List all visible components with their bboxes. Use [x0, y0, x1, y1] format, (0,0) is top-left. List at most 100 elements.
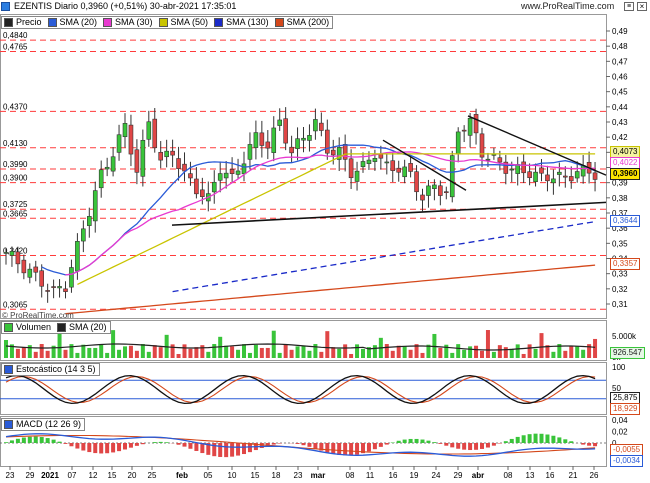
x-tick-label: mar: [311, 471, 326, 480]
candle-body: [527, 171, 532, 178]
volume-legend: Volumen SMA (20): [1, 321, 111, 334]
tag-close: 0,3960: [610, 168, 641, 180]
volume-bar: [277, 352, 282, 358]
tag-macd: -0,0034: [610, 455, 644, 467]
macd-histogram-bar: [33, 436, 38, 443]
candle-body: [319, 122, 324, 131]
volume-bar: [480, 350, 484, 358]
candle-body: [87, 216, 92, 226]
macd-histogram-bar: [545, 434, 550, 443]
macd-histogram-bar: [343, 443, 348, 456]
volume-bar: [396, 345, 401, 358]
candle-body: [39, 270, 45, 287]
watermark: © ProRealTime.com: [2, 311, 74, 320]
macd-histogram-bar: [557, 437, 562, 443]
volume-bar: [45, 350, 50, 358]
candle-body: [467, 118, 473, 136]
volume-bar: [134, 350, 139, 358]
price-tick-label: 0,35: [612, 239, 628, 248]
volume-bar: [521, 353, 526, 358]
candle-body: [188, 173, 193, 179]
candle-body: [116, 134, 122, 153]
macd-histogram-bar: [158, 441, 163, 443]
macd-histogram-bar: [69, 443, 74, 447]
candle-body: [98, 169, 104, 189]
macd-histogram-bar: [39, 437, 44, 443]
macd-histogram-bar: [587, 443, 592, 446]
candle-body: [545, 174, 550, 182]
chart-canvas[interactable]: 0,490,480,470,460,450,440,430,420,410,40…: [0, 0, 650, 483]
macd-histogram-bar: [307, 443, 312, 447]
candle-body: [158, 151, 163, 161]
legend-sma50: SMA (50): [170, 17, 209, 27]
volume-bar: [420, 352, 425, 358]
volume-bar: [462, 349, 467, 358]
macd-histogram-bar: [515, 436, 520, 443]
volume-bar: [575, 346, 580, 358]
candle-body: [164, 150, 169, 158]
candle-body: [378, 153, 384, 159]
price-tick-label: 0,44: [612, 103, 628, 112]
macd-histogram-bar: [331, 443, 336, 454]
legend-swatch-macd: [4, 420, 13, 429]
volume-bar: [295, 346, 300, 358]
volume-bar: [384, 344, 389, 358]
macd-histogram-bar: [581, 443, 586, 445]
macd-histogram-bar: [188, 443, 193, 449]
volume-bar: [408, 349, 413, 358]
macd-histogram-bar: [378, 443, 383, 447]
stoch-tick-label: 100: [612, 363, 626, 372]
candle-body: [63, 288, 68, 292]
legend-swatch-sma200: [274, 18, 284, 27]
macd-histogram-bar: [325, 443, 330, 453]
macd-histogram-bar: [164, 442, 169, 443]
volume-bar: [593, 338, 598, 358]
price-tick-label: 0,48: [612, 42, 628, 51]
volume-bar: [343, 344, 348, 358]
price-tick-label: 0,33: [612, 270, 628, 279]
volume-tick-label: 5.000k: [612, 332, 637, 341]
macd-histogram-bar: [509, 438, 514, 443]
macd-histogram-bar: [51, 439, 56, 443]
volume-bar: [289, 349, 294, 358]
macd-histogram-bar: [408, 438, 413, 443]
candle-body: [134, 149, 140, 173]
candle-body: [92, 190, 98, 222]
x-tick-label: 11: [366, 471, 375, 480]
candle-body: [223, 172, 229, 179]
macd-histogram-bar: [27, 436, 32, 443]
candle-body: [152, 118, 158, 149]
level-label: 0,4130: [3, 139, 28, 148]
macd-histogram-bar: [384, 443, 389, 445]
volume-bar: [563, 350, 568, 358]
price-tick-label: 0,38: [612, 194, 628, 203]
macd-histogram-bar: [366, 443, 371, 452]
volume-bar: [325, 331, 330, 358]
macd-histogram-bar: [15, 438, 20, 443]
volume-bar: [188, 348, 193, 358]
price-tick-label: 0,45: [612, 88, 628, 97]
macd-histogram-bar: [224, 443, 229, 458]
candle-body: [354, 170, 360, 182]
volume-bar: [140, 344, 145, 358]
volume-bar: [283, 344, 288, 358]
price-tick-label: 0,43: [612, 118, 628, 127]
macd-histogram-bar: [462, 443, 467, 450]
macd-histogram-bar: [474, 443, 479, 450]
macd-histogram-bar: [21, 437, 26, 443]
macd-histogram-bar: [372, 443, 377, 450]
legend-swatch-volume: [4, 323, 13, 332]
legend-swatch-vol-sma: [57, 323, 67, 332]
legend-stoch: Estocástico (14 3 5): [16, 364, 96, 374]
macd-histogram-bar: [551, 435, 556, 443]
macd-histogram-bar: [444, 443, 449, 446]
candle-body: [247, 144, 253, 160]
x-tick-label: 19: [410, 471, 419, 480]
macd-histogram-bar: [259, 443, 264, 448]
level-label: 0,4370: [3, 102, 28, 111]
volume-bar: [128, 345, 133, 358]
volume-bar: [319, 351, 324, 358]
candle-body: [515, 164, 521, 174]
volume-bar: [212, 344, 217, 358]
price-tick-label: 0,39: [612, 179, 628, 188]
